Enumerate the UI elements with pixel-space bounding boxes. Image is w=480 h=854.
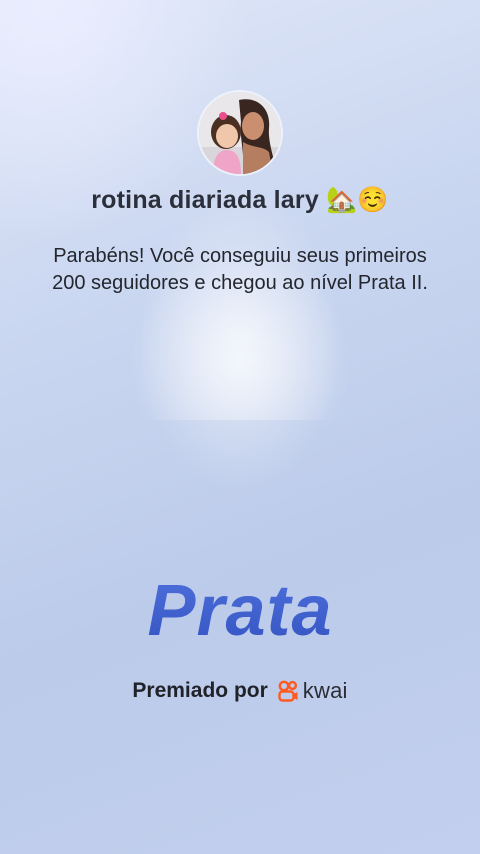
level-title: Prata [0,570,480,652]
brand: kwai [276,678,348,704]
avatar[interactable] [199,92,281,174]
avatar-photo [199,92,281,174]
username: rotina diariada lary 🏡☺️ [91,186,389,214]
award-label: Premiado por [132,679,268,702]
award-credit: Premiado por kwai [0,678,480,704]
kwai-logo-icon [278,680,298,702]
achievement-message: Parabéns! Você conseguiu seus primeiros … [52,245,428,294]
brand-name: kwai [302,678,348,703]
